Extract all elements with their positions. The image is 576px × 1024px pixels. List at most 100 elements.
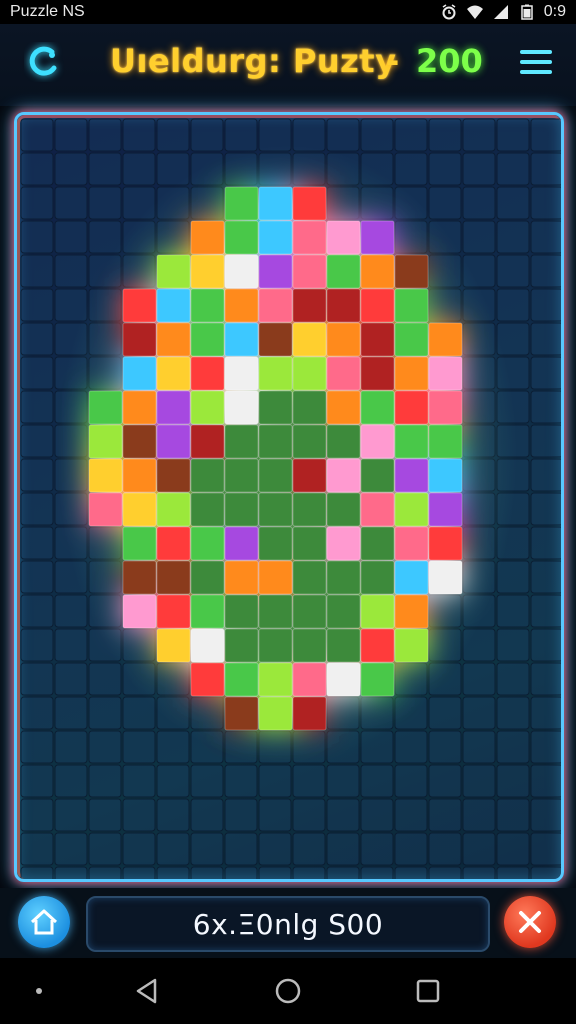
puzzle-piece[interactable]: [360, 662, 395, 697]
puzzle-piece[interactable]: [360, 424, 395, 459]
puzzle-piece[interactable]: [88, 458, 123, 493]
home-button[interactable]: [18, 896, 70, 948]
puzzle-piece[interactable]: [190, 288, 225, 323]
puzzle-piece[interactable]: [88, 390, 123, 425]
puzzle-piece[interactable]: [88, 492, 123, 527]
puzzle-piece[interactable]: [292, 186, 327, 221]
puzzle-piece[interactable]: [156, 322, 191, 357]
puzzle-piece[interactable]: [224, 594, 259, 629]
puzzle-piece[interactable]: [122, 560, 157, 595]
puzzle-canvas[interactable]: [17, 115, 564, 882]
puzzle-piece[interactable]: [394, 526, 429, 561]
puzzle-piece[interactable]: [360, 288, 395, 323]
puzzle-piece[interactable]: [292, 254, 327, 289]
puzzle-piece[interactable]: [292, 322, 327, 357]
puzzle-piece[interactable]: [292, 220, 327, 255]
puzzle-piece[interactable]: [292, 424, 327, 459]
puzzle-piece[interactable]: [258, 526, 293, 561]
nav-recents-button[interactable]: [413, 976, 443, 1006]
puzzle-piece[interactable]: [428, 560, 463, 595]
puzzle-piece[interactable]: [326, 390, 361, 425]
puzzle-piece[interactable]: [258, 356, 293, 391]
puzzle-piece[interactable]: [224, 424, 259, 459]
puzzle-piece[interactable]: [292, 458, 327, 493]
puzzle-piece[interactable]: [428, 390, 463, 425]
puzzle-piece[interactable]: [156, 492, 191, 527]
puzzle-piece[interactable]: [394, 560, 429, 595]
puzzle-piece[interactable]: [326, 628, 361, 663]
puzzle-piece[interactable]: [122, 526, 157, 561]
puzzle-piece[interactable]: [156, 356, 191, 391]
puzzle-piece[interactable]: [224, 390, 259, 425]
puzzle-piece[interactable]: [258, 390, 293, 425]
puzzle-piece[interactable]: [190, 526, 225, 561]
puzzle-piece[interactable]: [360, 458, 395, 493]
puzzle-piece[interactable]: [156, 560, 191, 595]
puzzle-piece[interactable]: [224, 288, 259, 323]
puzzle-piece[interactable]: [224, 186, 259, 221]
puzzle-piece[interactable]: [190, 322, 225, 357]
puzzle-piece[interactable]: [326, 458, 361, 493]
puzzle-piece[interactable]: [122, 322, 157, 357]
puzzle-piece[interactable]: [428, 322, 463, 357]
puzzle-piece[interactable]: [258, 560, 293, 595]
nav-home-button[interactable]: [273, 976, 303, 1006]
puzzle-piece[interactable]: [428, 492, 463, 527]
puzzle-piece[interactable]: [394, 424, 429, 459]
puzzle-piece[interactable]: [326, 662, 361, 697]
puzzle-piece[interactable]: [360, 560, 395, 595]
puzzle-piece[interactable]: [292, 356, 327, 391]
puzzle-piece[interactable]: [326, 424, 361, 459]
puzzle-piece[interactable]: [258, 424, 293, 459]
puzzle-piece[interactable]: [190, 458, 225, 493]
puzzle-piece[interactable]: [326, 254, 361, 289]
puzzle-piece[interactable]: [292, 594, 327, 629]
puzzle-piece[interactable]: [394, 492, 429, 527]
puzzle-piece[interactable]: [224, 356, 259, 391]
nav-back-button[interactable]: [132, 976, 162, 1006]
puzzle-piece[interactable]: [224, 220, 259, 255]
puzzle-piece[interactable]: [258, 594, 293, 629]
puzzle-piece[interactable]: [224, 458, 259, 493]
puzzle-piece[interactable]: [292, 662, 327, 697]
puzzle-piece[interactable]: [224, 560, 259, 595]
puzzle-board[interactable]: [14, 112, 564, 882]
puzzle-piece[interactable]: [190, 424, 225, 459]
puzzle-piece[interactable]: [360, 254, 395, 289]
puzzle-piece[interactable]: [190, 628, 225, 663]
puzzle-piece[interactable]: [122, 390, 157, 425]
puzzle-piece[interactable]: [190, 594, 225, 629]
puzzle-piece[interactable]: [122, 458, 157, 493]
puzzle-piece[interactable]: [360, 220, 395, 255]
puzzle-piece[interactable]: [224, 254, 259, 289]
puzzle-piece[interactable]: [326, 492, 361, 527]
puzzle-piece[interactable]: [360, 526, 395, 561]
puzzle-piece[interactable]: [156, 424, 191, 459]
puzzle-piece[interactable]: [360, 492, 395, 527]
menu-button[interactable]: [514, 40, 558, 84]
puzzle-piece[interactable]: [360, 390, 395, 425]
puzzle-piece[interactable]: [224, 492, 259, 527]
puzzle-piece[interactable]: [326, 220, 361, 255]
puzzle-piece[interactable]: [258, 662, 293, 697]
puzzle-piece[interactable]: [428, 458, 463, 493]
puzzle-piece[interactable]: [258, 288, 293, 323]
puzzle-piece[interactable]: [122, 356, 157, 391]
puzzle-piece[interactable]: [326, 560, 361, 595]
close-button[interactable]: [504, 896, 556, 948]
puzzle-piece[interactable]: [156, 628, 191, 663]
puzzle-piece[interactable]: [190, 390, 225, 425]
puzzle-piece[interactable]: [394, 322, 429, 357]
puzzle-piece[interactable]: [292, 696, 327, 731]
puzzle-piece[interactable]: [88, 424, 123, 459]
puzzle-piece[interactable]: [258, 458, 293, 493]
puzzle-piece[interactable]: [326, 594, 361, 629]
puzzle-piece[interactable]: [224, 526, 259, 561]
puzzle-piece[interactable]: [156, 390, 191, 425]
puzzle-piece[interactable]: [292, 560, 327, 595]
puzzle-piece[interactable]: [122, 594, 157, 629]
puzzle-piece[interactable]: [224, 662, 259, 697]
puzzle-piece[interactable]: [258, 322, 293, 357]
puzzle-piece[interactable]: [190, 254, 225, 289]
puzzle-piece[interactable]: [258, 628, 293, 663]
